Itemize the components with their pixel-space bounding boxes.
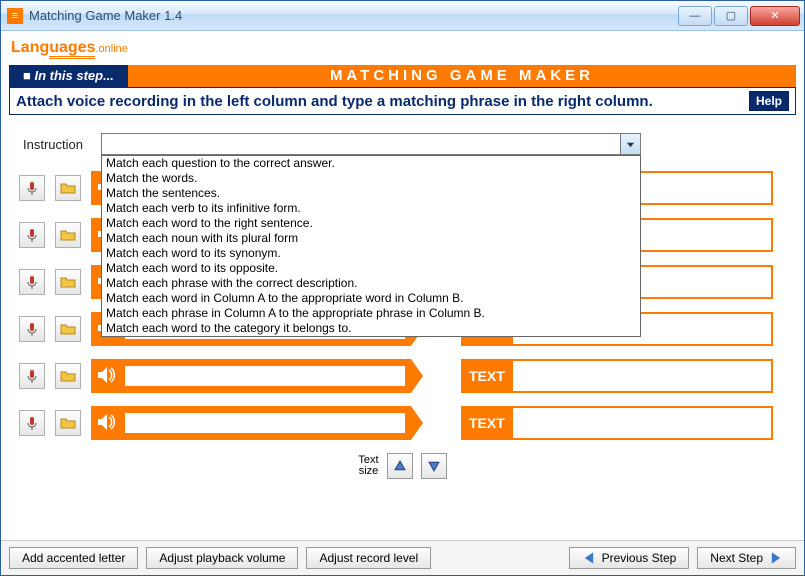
- logo-bar: Languages.online: [1, 31, 804, 61]
- record-button[interactable]: [19, 316, 45, 342]
- text-badge: TEXT: [461, 359, 513, 393]
- dropdown-option[interactable]: Match each word to the category it belon…: [102, 321, 640, 336]
- dropdown-option[interactable]: Match the sentences.: [102, 186, 640, 201]
- app-icon: ≡: [7, 8, 23, 24]
- dropdown-option[interactable]: Match each noun with its plural form: [102, 231, 640, 246]
- audio-slot: [91, 406, 411, 440]
- text-size-down-button[interactable]: [421, 453, 447, 479]
- add-accented-letter-button[interactable]: Add accented letter: [9, 547, 138, 569]
- open-file-button[interactable]: [55, 410, 81, 436]
- record-button[interactable]: [19, 410, 45, 436]
- app-title: MATCHING GAME MAKER: [128, 65, 796, 87]
- chevron-down-icon[interactable]: [620, 134, 640, 154]
- open-file-button[interactable]: [55, 222, 81, 248]
- record-button[interactable]: [19, 363, 45, 389]
- speaker-icon[interactable]: [97, 365, 119, 388]
- arrow-left-icon: [582, 551, 596, 565]
- match-row: TEXT: [19, 359, 786, 393]
- dropdown-option[interactable]: Match each question to the correct answe…: [102, 156, 640, 171]
- help-button[interactable]: Help: [749, 91, 789, 111]
- arrow-right-icon: [769, 551, 783, 565]
- logo: Languages.online: [11, 39, 128, 57]
- adjust-playback-volume-button[interactable]: Adjust playback volume: [146, 547, 298, 569]
- window-title: Matching Game Maker 1.4: [29, 8, 678, 23]
- text-field[interactable]: [513, 406, 773, 440]
- instruction-text: Attach voice recording in the left colum…: [16, 93, 749, 110]
- record-button[interactable]: [19, 222, 45, 248]
- open-file-button[interactable]: [55, 175, 81, 201]
- next-step-button[interactable]: Next Step: [697, 547, 796, 569]
- audio-field[interactable]: [125, 366, 405, 386]
- audio-slot: [91, 359, 411, 393]
- header-strip: ■ In this step... MATCHING GAME MAKER: [9, 65, 796, 87]
- maximize-button[interactable]: ▢: [714, 6, 748, 26]
- instruction-input[interactable]: [102, 134, 620, 154]
- text-size-up-button[interactable]: [387, 453, 413, 479]
- main-area: Instruction Match each question to the c…: [1, 115, 804, 540]
- text-size-controls: Textsize: [303, 453, 503, 479]
- text-field[interactable]: [513, 359, 773, 393]
- open-file-button[interactable]: [55, 269, 81, 295]
- dropdown-option[interactable]: Match each word in Column A to the appro…: [102, 291, 640, 306]
- dropdown-option[interactable]: Match each verb to its infinitive form.: [102, 201, 640, 216]
- dropdown-option[interactable]: Match each word to its synonym.: [102, 246, 640, 261]
- record-button[interactable]: [19, 269, 45, 295]
- dropdown-option[interactable]: Match each word to the right sentence.: [102, 216, 640, 231]
- open-file-button[interactable]: [55, 316, 81, 342]
- open-file-button[interactable]: [55, 363, 81, 389]
- instruction-label: Instruction: [19, 137, 93, 152]
- dropdown-option[interactable]: Match the words.: [102, 171, 640, 186]
- app-window: ≡ Matching Game Maker 1.4 — ▢ ✕ Language…: [0, 0, 805, 576]
- minimize-button[interactable]: —: [678, 6, 712, 26]
- text-size-label: Textsize: [358, 455, 378, 477]
- instruction-bar: Attach voice recording in the left colum…: [9, 87, 796, 115]
- record-button[interactable]: [19, 175, 45, 201]
- dropdown-option[interactable]: Match each phrase in Column A to the app…: [102, 306, 640, 321]
- dropdown-option[interactable]: Match each phrase with the correct descr…: [102, 276, 640, 291]
- text-badge: TEXT: [461, 406, 513, 440]
- close-button[interactable]: ✕: [750, 6, 800, 26]
- instruction-dropdown[interactable]: Match each question to the correct answe…: [101, 155, 641, 337]
- step-indicator: ■ In this step...: [9, 65, 128, 87]
- dropdown-option[interactable]: Match each word to its opposite.: [102, 261, 640, 276]
- previous-step-button[interactable]: Previous Step: [569, 547, 690, 569]
- audio-field[interactable]: [125, 413, 405, 433]
- instruction-combobox[interactable]: [101, 133, 641, 155]
- title-bar: ≡ Matching Game Maker 1.4 — ▢ ✕: [1, 1, 804, 31]
- adjust-record-level-button[interactable]: Adjust record level: [306, 547, 431, 569]
- match-row: TEXT: [19, 406, 786, 440]
- speaker-icon[interactable]: [97, 412, 119, 435]
- footer-bar: Add accented letter Adjust playback volu…: [1, 540, 804, 575]
